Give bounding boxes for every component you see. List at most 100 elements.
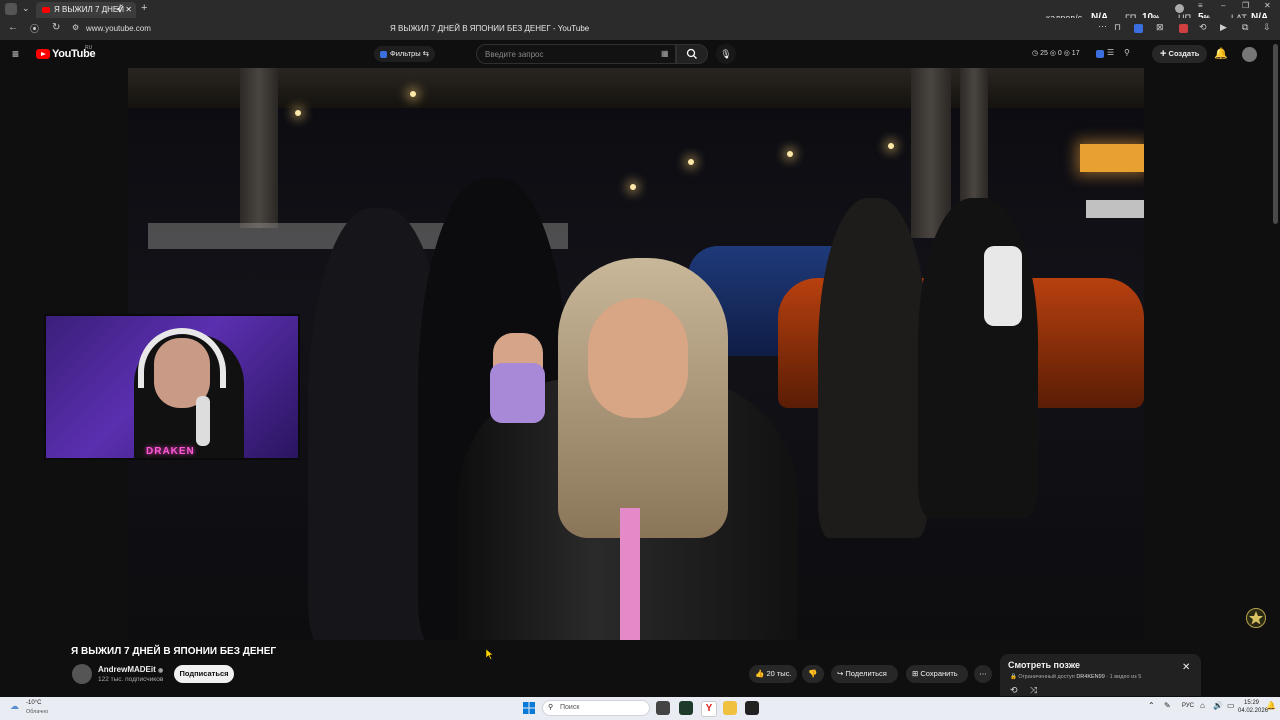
site-info-icon[interactable]: ⚙: [72, 23, 79, 32]
filters-label: Фильтры: [390, 49, 421, 58]
search-input[interactable]: Введите запрос: [476, 44, 676, 64]
tabs-list-icon[interactable]: ⌄: [22, 3, 30, 14]
like-button[interactable]: 👍 20 тыс.: [749, 665, 797, 683]
tray-chevron-icon[interactable]: ⌃: [1148, 701, 1155, 710]
stats-counters: ◷ 25 ◎ 0 ◎ 17: [1032, 49, 1080, 57]
watch-later-title: Смотреть позже: [1008, 660, 1080, 670]
page-scrollbar[interactable]: [1273, 44, 1278, 224]
close-window-icon[interactable]: ✕: [1264, 1, 1271, 10]
youtube-logo-icon[interactable]: [36, 49, 50, 59]
extension-icon[interactable]: [1134, 24, 1143, 33]
task-view-icon[interactable]: [656, 701, 670, 715]
webcam-label: DRAKEN: [146, 446, 195, 457]
restore-icon[interactable]: ❐: [1242, 1, 1249, 10]
ring-2-icon: ◎: [1063, 50, 1070, 57]
shield-icon[interactable]: ⦿: [30, 22, 39, 35]
taskbar-search-box[interactable]: ⚲ Поиск: [542, 700, 650, 716]
youtube-favicon-icon: [42, 6, 50, 13]
list-icon[interactable]: ☰: [1107, 48, 1114, 57]
extension-4-icon[interactable]: ⟲: [1199, 22, 1207, 33]
reload-icon[interactable]: ↻: [52, 22, 60, 33]
white-backpack: [984, 246, 1022, 326]
street-light: [410, 91, 416, 97]
like-count: 20 тыс.: [766, 669, 792, 678]
street-light: [787, 151, 793, 157]
keyboard-icon[interactable]: ▦: [661, 49, 669, 58]
network-icon[interactable]: ⌂: [1200, 701, 1205, 710]
volume-icon[interactable]: 🔊: [1213, 701, 1223, 710]
streamer-webcam: DRAKEN: [44, 314, 300, 460]
loop-icon[interactable]: ⟲: [1010, 685, 1018, 696]
save-button[interactable]: ⊞ Сохранить: [906, 665, 968, 683]
menu-icon[interactable]: ≡: [1198, 1, 1203, 10]
battery-icon[interactable]: ▭: [1227, 701, 1235, 710]
create-button[interactable]: + Создать: [1152, 45, 1208, 63]
address-bar-row: ← ⦿ ↻ ⚙ www.youtube.com Я ВЫЖИЛ 7 ДНЕЙ В…: [0, 18, 1280, 41]
playlist-owner: DR4KEN99: [1076, 674, 1105, 680]
browser-tab-bar: ⌄ Я ВЫЖИЛ 7 ДНЕЙ ◂) ✕ + кадров/с N/A ГП …: [0, 0, 1280, 23]
tab-close-icon[interactable]: ✕: [125, 2, 132, 18]
tray-pen-icon[interactable]: ✎: [1164, 701, 1171, 710]
person-shirt: [620, 508, 640, 640]
weather-temp[interactable]: -10°C: [26, 700, 41, 706]
folder-app-icon[interactable]: [723, 701, 737, 715]
windows-taskbar: ☁ -10°C Облачно ⚲ Поиск Y ⌃ ✎ РУС ⌂ 🔊 ▭ …: [0, 697, 1280, 720]
profile-icon[interactable]: [1175, 4, 1184, 13]
taskbar-search-label: Поиск: [560, 704, 580, 711]
watch-later-panel[interactable]: Смотреть позже ✕ 🔒 Ограниченный доступ D…: [1000, 654, 1201, 696]
sidebar-toggle-icon[interactable]: [5, 3, 17, 15]
access-text: Ограниченный доступ: [1018, 674, 1075, 680]
filters-button[interactable]: Фильтры ⇆: [374, 46, 435, 62]
street-light: [295, 110, 301, 116]
more-dots-icon: ⋯: [979, 669, 987, 678]
channel-name[interactable]: AndrewMADEit ◉: [98, 665, 163, 674]
shuffle-icon[interactable]: ⤨: [1030, 685, 1037, 696]
tab-active[interactable]: Я ВЫЖИЛ 7 ДНЕЙ ◂) ✕: [36, 2, 136, 18]
watch-later-close-icon[interactable]: ✕: [1182, 662, 1190, 673]
windows-start-icon[interactable]: [523, 702, 535, 714]
channel-avatar[interactable]: [72, 664, 92, 684]
extension-6-icon[interactable]: ⧉: [1242, 22, 1248, 33]
street-light: [630, 184, 636, 190]
more-actions-button[interactable]: ⋯: [974, 665, 992, 683]
pin-icon[interactable]: ⚲: [1124, 48, 1130, 57]
hamburger-menu-icon[interactable]: ≡: [12, 47, 19, 61]
url-text[interactable]: www.youtube.com: [86, 24, 151, 33]
notifications-icon[interactable]: 🔔: [1266, 701, 1276, 710]
extension-3-icon[interactable]: [1179, 24, 1188, 33]
ring-icon: ◎: [1049, 50, 1056, 57]
filters-tune-icon: ⇆: [422, 49, 429, 58]
counter-a: 25: [1040, 50, 1048, 57]
back-icon[interactable]: ←: [8, 22, 18, 33]
microphone-arm: [196, 396, 210, 446]
ceiling-shape: [128, 68, 1144, 108]
more-icon[interactable]: ⋯: [1098, 21, 1107, 32]
share-icon: ↪: [837, 669, 844, 678]
clock-time[interactable]: 15:29: [1244, 700, 1259, 706]
share-button[interactable]: ↪ Поделиться: [831, 665, 898, 683]
obs-app-icon[interactable]: [745, 701, 759, 715]
taskbar-search-icon: ⚲: [548, 704, 554, 711]
terminal-app-icon[interactable]: [679, 701, 693, 715]
person-shape: [918, 198, 1038, 518]
extension-2-icon[interactable]: ⊠: [1156, 22, 1164, 33]
voice-search-button[interactable]: 🎙: [716, 44, 736, 64]
downloads-icon[interactable]: ⇩: [1263, 22, 1271, 33]
street-light: [888, 143, 894, 149]
person-shape: [818, 198, 928, 538]
tab-audio-icon[interactable]: ◂): [116, 2, 122, 18]
extension-badge-icon[interactable]: [1096, 50, 1104, 58]
bookmark-icon[interactable]: ⊓: [1114, 22, 1121, 33]
notifications-bell-icon[interactable]: 🔔: [1214, 47, 1228, 60]
minimize-icon[interactable]: –: [1221, 1, 1225, 10]
account-avatar[interactable]: [1242, 47, 1257, 62]
subscribe-button[interactable]: Подписаться: [174, 665, 234, 683]
search-button[interactable]: [676, 44, 708, 64]
clock-date[interactable]: 04.02.2026: [1238, 708, 1268, 714]
language-indicator[interactable]: РУС: [1182, 703, 1194, 709]
dislike-button[interactable]: 👎: [802, 665, 824, 683]
yandex-browser-icon[interactable]: Y: [701, 701, 717, 717]
weather-icon[interactable]: ☁: [10, 701, 19, 712]
extension-5-icon[interactable]: ▶: [1220, 22, 1227, 33]
new-tab-icon[interactable]: +: [141, 2, 147, 14]
